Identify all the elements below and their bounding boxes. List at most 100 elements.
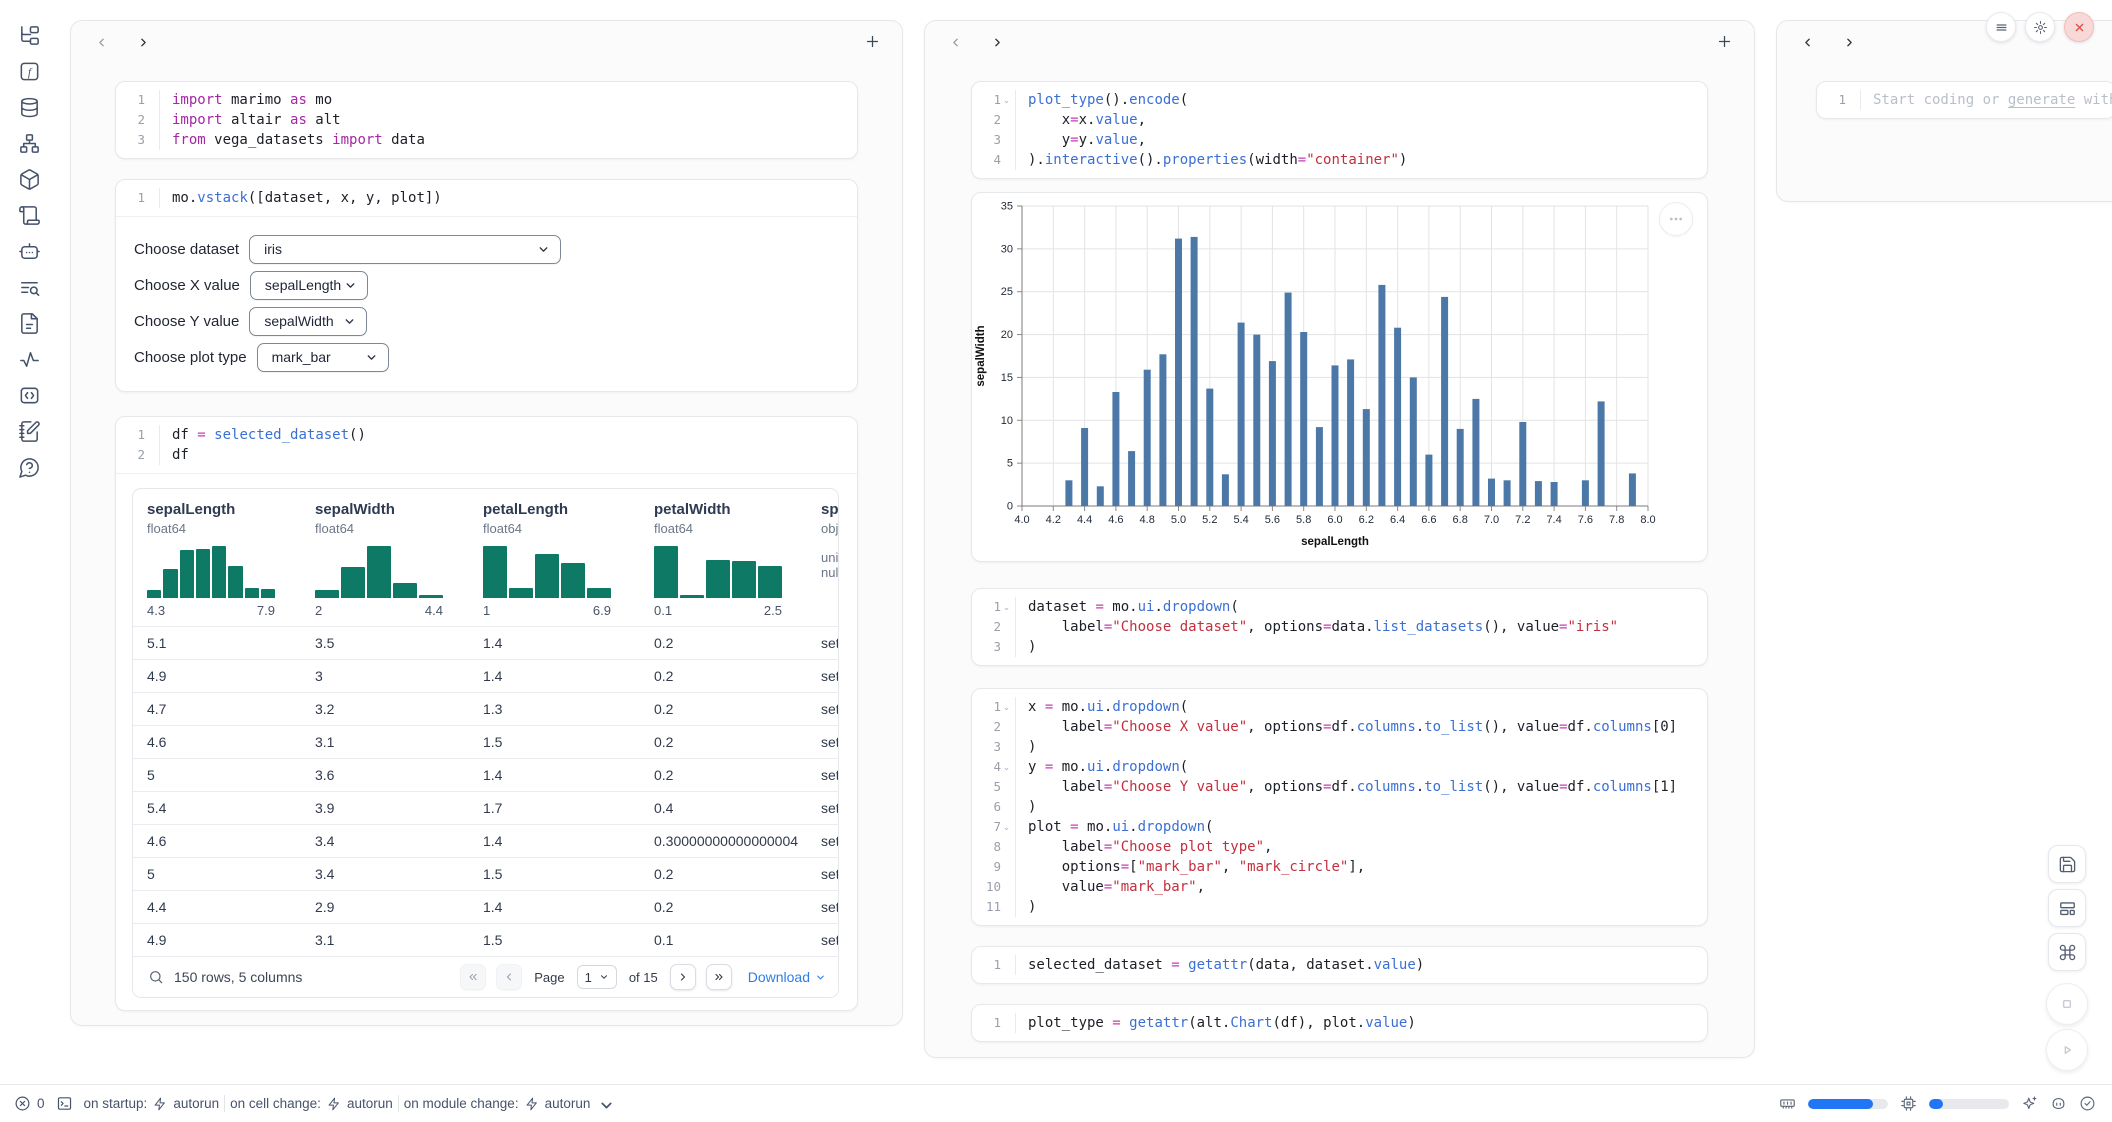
keyboard-shortcuts-button[interactable] — [2048, 933, 2086, 971]
code-text[interactable]: value="mark_bar", — [1016, 877, 1205, 897]
code-text[interactable]: label="Choose Y value", options=df.colum… — [1016, 777, 1677, 797]
dropdown-select[interactable]: mark_bar — [257, 343, 389, 372]
column-next-button[interactable] — [135, 34, 151, 50]
add-cell-button[interactable] — [864, 33, 882, 51]
column-next-button[interactable] — [1841, 34, 1857, 50]
connection-status-icon[interactable] — [2079, 1095, 2096, 1112]
column-prev-button[interactable] — [93, 34, 109, 50]
shutdown-button[interactable] — [2064, 12, 2094, 42]
packages-icon[interactable] — [18, 168, 41, 191]
functions-icon[interactable]: f — [18, 60, 41, 83]
code-text[interactable]: label="Choose dataset", options=data.lis… — [1016, 617, 1618, 637]
column-name[interactable]: petalLength — [483, 501, 654, 518]
run-button[interactable] — [2046, 1029, 2088, 1071]
save-button[interactable] — [2048, 845, 2086, 883]
dropdown-select[interactable]: sepalWidth — [249, 307, 367, 336]
snippets-icon[interactable] — [18, 312, 41, 335]
stop-button[interactable] — [2046, 983, 2088, 1025]
runtime-config-item[interactable]: on module change:autorun — [404, 1096, 612, 1111]
dropdown-select[interactable]: sepalLength — [250, 271, 368, 300]
code-text[interactable]: x = mo.ui.dropdown( — [1016, 697, 1188, 717]
first-page-button[interactable] — [460, 964, 486, 990]
column-name[interactable]: sepalWidth — [315, 501, 483, 518]
code-editor[interactable]: 1⌄x = mo.ui.dropdown(2 label="Choose X v… — [972, 689, 1707, 925]
code-text[interactable]: ) — [1016, 637, 1036, 657]
scratchpad-icon[interactable] — [18, 384, 41, 407]
last-page-button[interactable] — [706, 964, 732, 990]
code-editor[interactable]: 1import marimo as mo2import altair as al… — [116, 82, 857, 158]
code-text[interactable]: df = selected_dataset() — [160, 425, 366, 445]
errors-indicator[interactable]: 0 — [14, 1095, 45, 1112]
code-text[interactable]: options=["mark_bar", "mark_circle"], — [1016, 857, 1365, 877]
ai-sparkles-icon[interactable] — [2021, 1095, 2038, 1112]
code-text[interactable]: df — [160, 445, 189, 465]
settings-button[interactable] — [2025, 12, 2055, 42]
svg-text:5.4: 5.4 — [1233, 514, 1248, 526]
code-text[interactable]: y = mo.ui.dropdown( — [1016, 757, 1188, 777]
documentation-icon[interactable] — [18, 420, 41, 443]
code-editor[interactable]: 1selected_dataset = getattr(data, datase… — [972, 947, 1707, 983]
code-editor[interactable]: 1df = selected_dataset()2df — [116, 417, 857, 473]
generate-with-ai-link[interactable]: generate — [2008, 92, 2075, 108]
fold-toggle-icon[interactable]: ⌄ — [1001, 697, 1012, 717]
runtime-config-item[interactable]: on startup:autorun — [84, 1096, 220, 1111]
table-row: 4.63.41.40.30000000000000004setosa — [133, 824, 838, 857]
menu-button[interactable] — [1986, 12, 2016, 42]
logs-icon[interactable] — [18, 204, 41, 227]
code-text[interactable]: import altair as alt — [160, 110, 341, 130]
fold-toggle-icon[interactable]: ⌄ — [1001, 757, 1012, 777]
next-page-button[interactable] — [670, 964, 696, 990]
code-text[interactable]: label="Choose X value", options=df.colum… — [1016, 717, 1677, 737]
column-histogram — [147, 546, 275, 598]
code-text[interactable]: ).interactive().properties(width="contai… — [1016, 150, 1407, 170]
add-cell-button[interactable] — [1716, 33, 1734, 51]
terminal-button[interactable] — [56, 1095, 73, 1112]
prev-page-button[interactable] — [496, 964, 522, 990]
chart-menu-button[interactable] — [1659, 202, 1693, 236]
column-name[interactable]: species — [821, 501, 839, 518]
code-text[interactable]: ) — [1016, 737, 1036, 757]
download-button[interactable]: Download — [748, 969, 826, 985]
column-name[interactable]: petalWidth — [654, 501, 821, 518]
search-icon[interactable] — [148, 969, 164, 985]
page-select[interactable]: 1 — [577, 965, 617, 989]
code-text[interactable]: mo.vstack([dataset, x, y, plot]) — [160, 188, 442, 208]
copilot-icon[interactable] — [2050, 1095, 2067, 1112]
code-text[interactable]: x=x.value, — [1016, 110, 1146, 130]
fold-toggle-icon[interactable]: ⌄ — [1001, 817, 1012, 837]
code-text[interactable]: y=y.value, — [1016, 130, 1146, 150]
runtime-config-item[interactable]: on cell change:autorun — [230, 1096, 393, 1111]
column-name[interactable]: sepalLength — [147, 501, 315, 518]
chat-assistant-icon[interactable] — [18, 240, 41, 263]
code-editor[interactable]: 1plot_type = getattr(alt.Chart(df), plot… — [972, 1005, 1707, 1041]
file-tree-icon[interactable] — [18, 24, 41, 47]
outline-search-icon[interactable] — [18, 276, 41, 299]
column-prev-button[interactable] — [947, 34, 963, 50]
cpu-icon — [1900, 1095, 1917, 1112]
fold-toggle-icon[interactable]: ⌄ — [1001, 90, 1012, 110]
code-text[interactable]: ) — [1016, 797, 1036, 817]
dependency-graph-icon[interactable] — [18, 132, 41, 155]
fold-toggle-icon[interactable]: ⌄ — [1001, 597, 1012, 617]
tracing-icon[interactable] — [18, 348, 41, 371]
code-text[interactable]: label="Choose plot type", — [1016, 837, 1272, 857]
code-text[interactable]: plot_type = getattr(alt.Chart(df), plot.… — [1016, 1013, 1416, 1033]
help-icon[interactable] — [18, 456, 41, 479]
datasources-icon[interactable] — [18, 96, 41, 119]
code-text[interactable]: plot_type().encode( — [1016, 90, 1188, 110]
code-text[interactable]: dataset = mo.ui.dropdown( — [1016, 597, 1239, 617]
code-placeholder-input[interactable]: Start coding or generate with AI — [1861, 90, 2112, 110]
svg-text:30: 30 — [1001, 243, 1013, 255]
code-editor[interactable]: 1⌄dataset = mo.ui.dropdown(2 label="Choo… — [972, 589, 1707, 665]
column-next-button[interactable] — [989, 34, 1005, 50]
code-text[interactable]: ) — [1016, 897, 1036, 917]
column-prev-button[interactable] — [1799, 34, 1815, 50]
dropdown-select[interactable]: iris — [249, 235, 561, 264]
code-text[interactable]: plot = mo.ui.dropdown( — [1016, 817, 1213, 837]
code-text[interactable]: selected_dataset = getattr(data, dataset… — [1016, 955, 1424, 975]
code-editor[interactable]: 1⌄plot_type().encode(2 x=x.value,3 y=y.v… — [972, 82, 1707, 178]
code-editor[interactable]: 1mo.vstack([dataset, x, y, plot]) — [116, 180, 857, 216]
code-text[interactable]: from vega_datasets import data — [160, 130, 425, 150]
code-text[interactable]: import marimo as mo — [160, 90, 332, 110]
layout-button[interactable] — [2048, 889, 2086, 927]
